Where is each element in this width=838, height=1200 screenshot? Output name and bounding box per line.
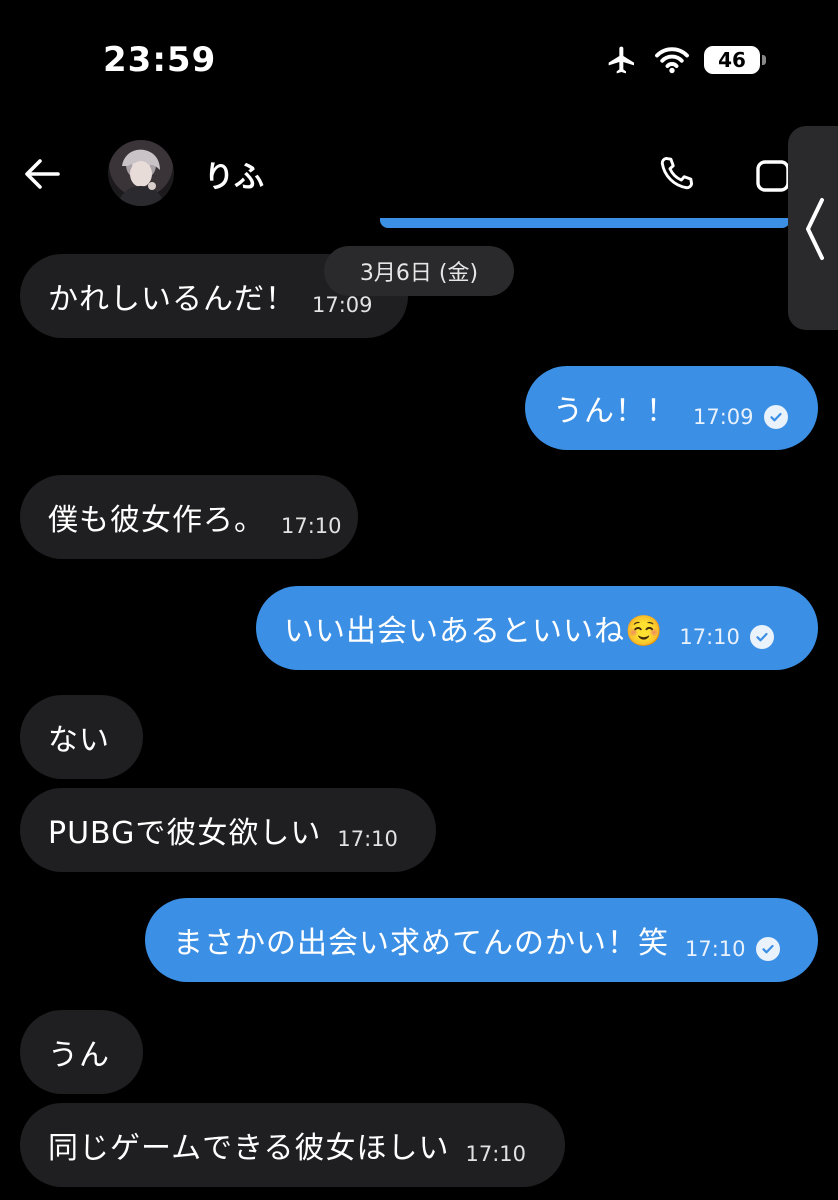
message-bubble-outgoing[interactable]: まさかの出会い求めてんのかい！笑 17:10 (145, 898, 818, 982)
status-clock: 23:59 (103, 40, 217, 80)
message-time: 17:10 (337, 827, 398, 851)
message-bubble-outgoing[interactable]: いい出会いあるといいね☺️ 17:10 (256, 586, 818, 670)
message-time: 17:09 (693, 405, 754, 429)
contact-name[interactable]: りふ (204, 152, 264, 196)
message-text: いい出会いあるといいね☺️ (284, 614, 664, 649)
date-separator: 3月6日 (金) (324, 246, 514, 296)
chat-header: りふ (0, 122, 838, 222)
message-bubble-incoming[interactable]: 僕も彼女作ろ。 17:10 (20, 475, 358, 559)
message-text: 僕も彼女作ろ。 (48, 503, 265, 538)
message-bubble-incoming[interactable]: ない (20, 695, 143, 779)
status-icons: 46 (604, 44, 766, 76)
message-text: ない (48, 723, 110, 758)
message-time: 17:10 (685, 937, 746, 961)
message-bubble-incoming[interactable]: うん (20, 1010, 143, 1094)
pinned-message-bar[interactable] (380, 218, 790, 228)
wifi-icon (655, 47, 689, 74)
chevron-left-icon (806, 198, 824, 260)
message-text: まさかの出会い求めてんのかい！笑 (173, 926, 669, 961)
message-time: 17:09 (312, 293, 373, 317)
read-check-icon (763, 405, 788, 429)
message-text: 同じゲームできる彼女ほしい (48, 1131, 450, 1166)
message-bubble-incoming[interactable]: PUBGで彼女欲しい 17:10 (20, 788, 436, 872)
status-bar: 23:59 46 (0, 0, 838, 120)
airplane-icon (608, 46, 634, 74)
battery-icon: 46 (704, 46, 766, 74)
message-text: かれしいるんだ！ (48, 282, 296, 317)
side-panel-handle[interactable] (788, 126, 838, 330)
message-text: うん！！ (553, 394, 677, 429)
message-text: PUBGで彼女欲しい (48, 816, 322, 851)
back-arrow-icon[interactable] (22, 156, 62, 192)
message-time: 17:10 (465, 1142, 527, 1166)
message-time: 17:10 (281, 514, 342, 538)
avatar-image (118, 149, 164, 206)
phone-icon[interactable] (654, 152, 698, 196)
message-bubble-outgoing[interactable]: うん！！ 17:09 (525, 366, 818, 450)
message-text: うん (48, 1038, 110, 1073)
message-bubble-incoming[interactable]: 同じゲームできる彼女ほしい 17:10 (20, 1103, 565, 1187)
read-check-icon (755, 937, 780, 961)
read-check-icon (749, 625, 774, 649)
avatar[interactable] (108, 140, 174, 206)
message-time: 17:10 (679, 625, 740, 649)
battery-level: 46 (718, 48, 746, 72)
